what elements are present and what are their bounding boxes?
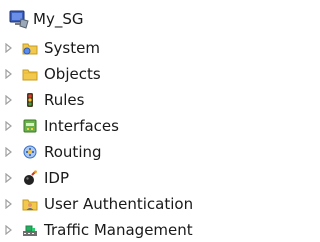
rules-traffic-light-icon (22, 92, 38, 108)
idp-icon (22, 170, 38, 186)
tree-item-user-authentication[interactable]: User Authentication (2, 193, 193, 215)
tree-item-objects[interactable]: Objects (2, 63, 101, 85)
expand-arrow-icon[interactable] (2, 171, 16, 185)
tree-item-label: IDP (44, 169, 70, 187)
tree-item-interfaces[interactable]: Interfaces (2, 115, 119, 137)
expand-arrow-icon[interactable] (2, 223, 16, 237)
tree-item-label: Rules (44, 91, 85, 109)
expand-arrow-icon[interactable] (2, 197, 16, 211)
tree-item-idp[interactable]: IDP (2, 167, 69, 189)
tree-item-traffic-management[interactable]: Traffic Management (2, 219, 193, 241)
tree-item-system[interactable]: System (2, 37, 100, 59)
tree-root-my-sg[interactable]: My_SG (9, 8, 83, 30)
expand-arrow-icon[interactable] (2, 119, 16, 133)
tree-item-label: User Authentication (44, 195, 194, 213)
tree-item-rules[interactable]: Rules (2, 89, 84, 111)
tree-item-routing[interactable]: Routing (2, 141, 102, 163)
user-authentication-icon (22, 196, 38, 212)
tree-item-label: System (44, 39, 100, 57)
expand-arrow-icon[interactable] (2, 93, 16, 107)
tree-item-label: Traffic Management (44, 221, 193, 239)
traffic-management-icon (22, 222, 38, 238)
routing-icon (22, 144, 38, 160)
tree-item-label: Interfaces (44, 117, 119, 135)
tree-root-label: My_SG (33, 10, 84, 28)
expand-arrow-icon[interactable] (2, 67, 16, 81)
network-group-icon (9, 9, 29, 29)
expand-arrow-icon[interactable] (2, 41, 16, 55)
system-folder-icon (22, 40, 38, 56)
tree-item-label: Objects (44, 65, 101, 83)
tree-item-label: Routing (44, 143, 102, 161)
expand-arrow-icon[interactable] (2, 145, 16, 159)
interfaces-icon (22, 118, 38, 134)
objects-folder-icon (22, 66, 38, 82)
